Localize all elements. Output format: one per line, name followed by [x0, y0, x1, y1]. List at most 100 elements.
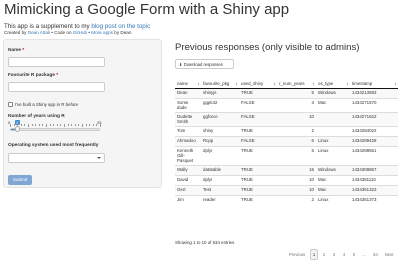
- name-input[interactable]: [8, 57, 105, 67]
- slider-tick: [64, 124, 65, 127]
- page-button[interactable]: 1: [310, 249, 318, 260]
- table-cell: TRUE: [239, 194, 277, 205]
- table-cell: TRUE: [239, 164, 277, 175]
- table-cell: Linux: [316, 135, 350, 146]
- more-apps-link[interactable]: More apps: [91, 30, 113, 35]
- page-button[interactable]: 4: [340, 250, 348, 259]
- table-cell: [316, 111, 350, 126]
- slider-tick: [13, 124, 15, 126]
- page-button[interactable]: 5: [350, 250, 358, 259]
- table-cell: Ahmadoo: [175, 135, 201, 146]
- required-marker: *: [22, 48, 25, 53]
- table-cell: 1434361323: [350, 184, 398, 195]
- slider-tick: [53, 124, 54, 126]
- slider-tick: [38, 124, 40, 126]
- subtitle: This app is a supplement to my blog post…: [4, 23, 150, 30]
- page-button[interactable]: 2: [320, 250, 328, 259]
- slider-ticks: [10, 124, 101, 127]
- sort-icon: ▲ ▼: [235, 80, 238, 87]
- page-button[interactable]: 3: [330, 250, 338, 259]
- slider-tick: [10, 124, 11, 127]
- table-cell: Kenneth Gill-Pasquet: [175, 145, 201, 165]
- table-cell: Mac: [316, 184, 350, 195]
- table-cell: 15: [277, 164, 316, 175]
- slider-tick: [67, 124, 69, 126]
- slider-handle[interactable]: [14, 126, 20, 132]
- sort-icon: ▲ ▼: [273, 80, 276, 87]
- os-select[interactable]: [8, 153, 105, 163]
- table-cell: Linux: [316, 145, 350, 165]
- table-cell: TRUE: [239, 174, 277, 185]
- next-page-button[interactable]: Next: [382, 250, 396, 259]
- table-cell: Mac: [316, 174, 350, 185]
- table-cell: 1434381110: [350, 174, 398, 185]
- github-link[interactable]: GitHub: [73, 30, 87, 35]
- table-cell: FALSE: [239, 97, 277, 112]
- table-cell: Windows: [316, 87, 350, 98]
- table-cell: 1434289428: [350, 135, 398, 146]
- table-row[interactable]: Wally datatable TRUE 15 Windows 1434308867: [175, 164, 398, 175]
- table-cell: Windows: [316, 164, 350, 175]
- column-header[interactable]: favourite_pkg ▲ ▼: [201, 79, 239, 89]
- download-icon: ⬇: [179, 62, 183, 67]
- table-cell: Tom: [175, 125, 201, 136]
- table-row[interactable]: Some dude ggplot2 FALSE 3 Mac 1434271570: [175, 97, 398, 112]
- table-cell: 1434213583: [350, 87, 398, 98]
- slider-tick: [56, 124, 58, 126]
- table-row[interactable]: Kenneth Gill-Pasquet dplyr TRUE 5 Linux 14342…: [175, 145, 398, 165]
- table-cell: shinyjs: [201, 87, 239, 98]
- table-cell: TRUE: [239, 145, 277, 165]
- table-cell: 2: [277, 194, 316, 205]
- column-header[interactable]: r_num_years ▲ ▼: [277, 79, 316, 89]
- table-cell: reader: [201, 194, 239, 205]
- slider-tick: [89, 124, 90, 126]
- table-row[interactable]: Jim reader TRUE 2 Linux 1434361373: [175, 194, 398, 205]
- pkg-input[interactable]: [8, 82, 105, 92]
- table-row[interactable]: Dudette Smith ggforce FALSE 10 1434271622: [175, 111, 398, 126]
- table-cell: Wally: [175, 164, 201, 175]
- column-header[interactable]: timestamp ▲ ▼: [350, 79, 398, 89]
- table-cell: dplyr: [201, 145, 239, 165]
- blog-post-link[interactable]: blog post on the topic: [91, 23, 150, 30]
- credits-prefix: Created by: [4, 30, 28, 35]
- column-header[interactable]: os_type ▲ ▼: [316, 79, 350, 89]
- slider-tick: [74, 124, 76, 126]
- table-cell: 1434271570: [350, 97, 398, 112]
- used-shiny-checkbox[interactable]: [8, 102, 13, 107]
- table-cell: Mac: [316, 97, 350, 112]
- slider-tick: [71, 124, 72, 126]
- table-cell: TRUE: [239, 184, 277, 195]
- table-row[interactable]: Ahmadoo Rcpp FALSE 6 Linux 1434289428: [175, 135, 398, 146]
- table-cell: Dean: [175, 87, 201, 98]
- table-cell: FALSE: [239, 111, 277, 126]
- table-row[interactable]: David dplyr TRUE 10 Mac 1434381110: [175, 174, 398, 185]
- slider-tick: [100, 124, 101, 127]
- table-row[interactable]: Tom shiny TRUE 2 1434284022: [175, 125, 398, 136]
- table-info: Showing 1 to 10 of 634 entries: [175, 240, 235, 245]
- caret-down-icon: [97, 157, 101, 159]
- table-cell: ggforce: [201, 111, 239, 126]
- slider-track[interactable]: [10, 128, 100, 131]
- download-button[interactable]: ⬇ Download responses: [175, 59, 234, 69]
- table-cell: 5: [277, 145, 316, 165]
- table-cell: datatable: [201, 164, 239, 175]
- slider-tick: [96, 124, 97, 126]
- pagination: Previous 1 2 3 4 5 … 64 Next: [286, 249, 398, 260]
- slider-tick: [31, 124, 33, 126]
- name-label: Name *: [8, 48, 25, 53]
- table-cell: 1434361373: [350, 194, 398, 205]
- slider-tick: [28, 124, 29, 127]
- column-header[interactable]: used_shiny ▲ ▼: [239, 79, 277, 89]
- submit-button[interactable]: Submit: [8, 175, 32, 185]
- table-row[interactable]: Dean shinyjs TRUE 5 Windows 1434213583: [175, 87, 398, 98]
- checkbox-label: I've built a Shiny app in R before: [15, 101, 79, 107]
- author-link[interactable]: Dean Attali: [28, 30, 50, 35]
- required-marker: *: [56, 73, 59, 78]
- page-button[interactable]: 64: [371, 250, 380, 259]
- previous-page-button[interactable]: Previous: [286, 250, 308, 259]
- slider-tick: [92, 124, 94, 126]
- table-row[interactable]: Gert Test TRUE 10 Mac 1434361323: [175, 184, 398, 195]
- table-cell: dplyr: [201, 174, 239, 185]
- column-header[interactable]: name ▲ ▼: [175, 79, 201, 89]
- sort-icon: ▲ ▼: [312, 80, 315, 87]
